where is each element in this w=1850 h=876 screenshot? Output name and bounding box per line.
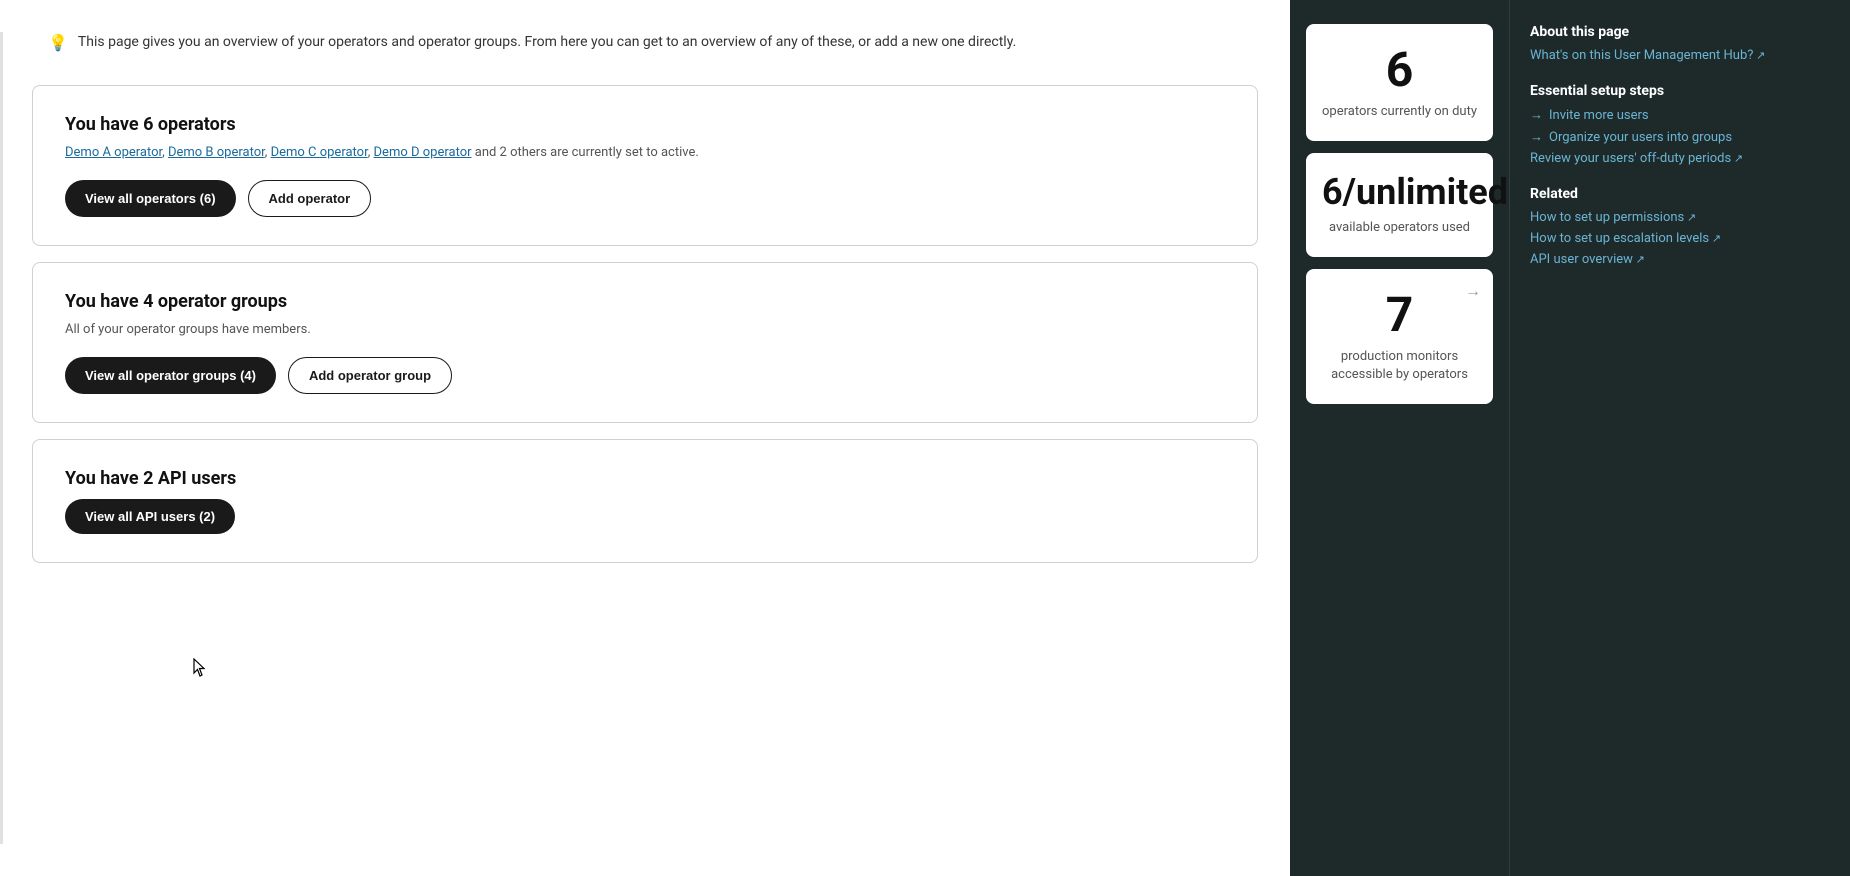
info-column: About this page What's on this User Mana… (1510, 0, 1850, 876)
demo-d-link[interactable]: Demo D operator (374, 145, 472, 160)
operator-groups-title: You have 4 operator groups (65, 291, 1225, 312)
stats-column: 6 operators currently on duty 6/unlimite… (1290, 0, 1510, 876)
demo-b-link[interactable]: Demo B operator (168, 145, 265, 160)
add-operator-button[interactable]: Add operator (248, 180, 372, 217)
monitors-stat[interactable]: → 7 production monitors accessible by op… (1306, 269, 1493, 404)
bulb-icon: 💡 (48, 33, 68, 52)
demo-c-link[interactable]: Demo C operator (271, 145, 368, 160)
about-title: About this page (1530, 24, 1830, 40)
operator-groups-actions: View all operator groups (4) Add operato… (65, 357, 1225, 394)
view-all-operator-groups-button[interactable]: View all operator groups (4) (65, 357, 276, 394)
info-banner-text: This page gives you an overview of your … (78, 32, 1016, 53)
on-duty-stat: 6 operators currently on duty (1306, 24, 1493, 141)
operator-groups-description: All of your operator groups have members… (65, 322, 1225, 337)
how-to-permissions-link[interactable]: How to set up permissions (1530, 210, 1830, 225)
operators-card: You have 6 operators Demo A operator, De… (32, 85, 1258, 246)
on-duty-number: 6 (1322, 44, 1477, 97)
api-users-card: You have 2 API users View all API users … (32, 439, 1258, 563)
arrow-icon: → (1465, 281, 1481, 301)
cards-container: You have 6 operators Demo A operator, De… (32, 85, 1258, 563)
operators-actions: View all operators (6) Add operator (65, 180, 1225, 217)
available-number: 6/unlimited (1322, 173, 1477, 213)
api-user-overview-link[interactable]: API user overview (1530, 252, 1830, 267)
main-content: 💡 This page gives you an overview of you… (0, 0, 1290, 876)
right-sidebar: 6 operators currently on duty 6/unlimite… (1290, 0, 1850, 876)
monitors-label: production monitors accessible by operat… (1322, 348, 1477, 384)
add-operator-group-button[interactable]: Add operator group (288, 357, 452, 394)
operators-suffix: and 2 others are currently set to active… (475, 145, 699, 160)
about-link[interactable]: What's on this User Management Hub? (1530, 48, 1830, 63)
api-users-title: You have 2 API users (65, 468, 1225, 489)
api-users-actions: View all API users (2) (65, 499, 1225, 534)
view-all-api-users-button[interactable]: View all API users (2) (65, 499, 235, 534)
operators-title: You have 6 operators (65, 114, 1225, 135)
operator-groups-card: You have 4 operator groups All of your o… (32, 262, 1258, 423)
monitors-number: 7 (1322, 289, 1477, 342)
on-duty-label: operators currently on duty (1322, 103, 1477, 121)
organize-users-link[interactable]: Organize your users into groups (1530, 129, 1830, 145)
review-offduty-link[interactable]: Review your users' off-duty periods (1530, 151, 1830, 166)
info-banner: 💡 This page gives you an overview of you… (32, 32, 1258, 53)
how-to-escalation-link[interactable]: How to set up escalation levels (1530, 231, 1830, 246)
related-title: Related (1530, 186, 1830, 202)
essential-title: Essential setup steps (1530, 83, 1830, 99)
demo-a-link[interactable]: Demo A operator (65, 145, 162, 160)
view-all-operators-button[interactable]: View all operators (6) (65, 180, 236, 217)
available-label: available operators used (1322, 219, 1477, 237)
operators-description: Demo A operator, Demo B operator, Demo C… (65, 145, 1225, 160)
available-stat: 6/unlimited available operators used (1306, 153, 1493, 257)
invite-more-users-link[interactable]: Invite more users (1530, 107, 1830, 123)
